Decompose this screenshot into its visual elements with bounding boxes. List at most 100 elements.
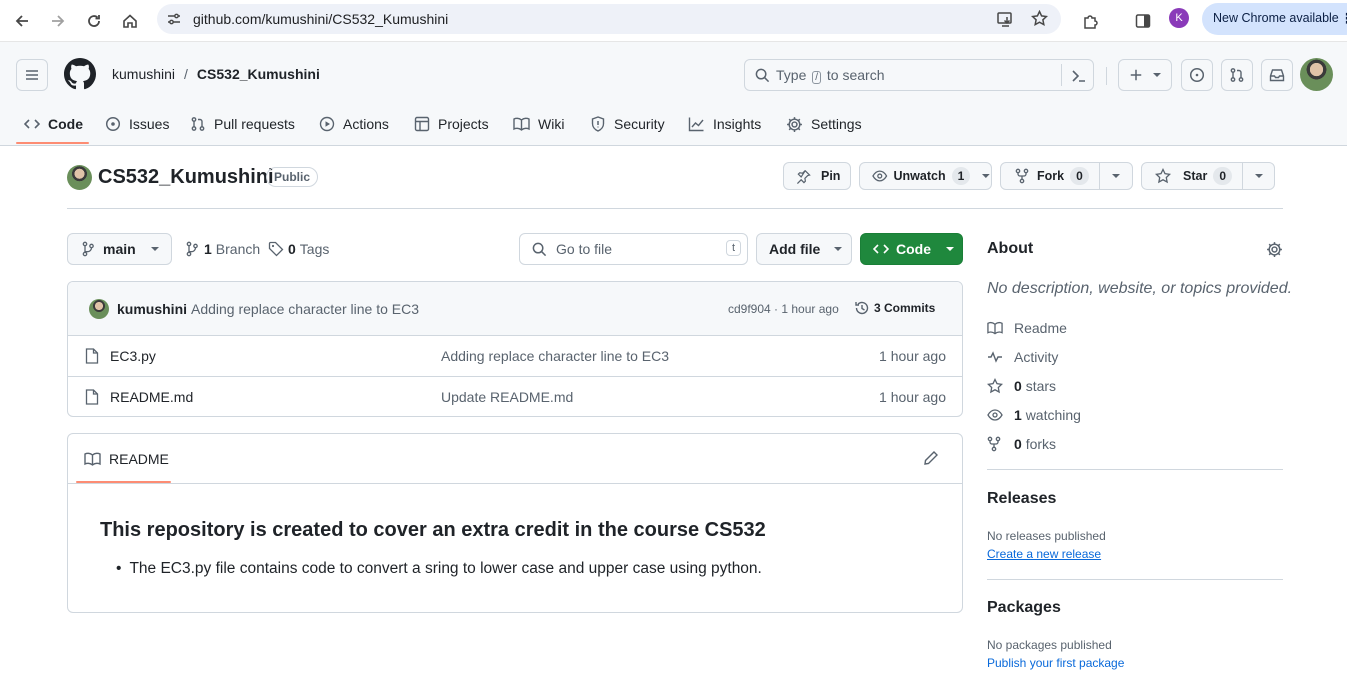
issues-button[interactable] [1181,59,1213,91]
file-name[interactable]: README.md [110,389,193,405]
pull-requests-button[interactable] [1221,59,1253,91]
tab-code[interactable]: Code [24,104,83,144]
caret-down-icon [1152,73,1161,77]
github-logo-icon[interactable] [64,58,96,90]
readme-link[interactable]: Readme [987,318,1067,338]
add-file-button[interactable]: Add file [756,233,852,265]
star-label: Star [1183,169,1208,183]
inbox-button[interactable] [1261,59,1293,91]
pin-button[interactable]: Pin [783,162,851,190]
caret-down-icon [834,247,843,251]
caret-down-icon[interactable] [1111,171,1121,181]
tab-security[interactable]: Security [590,104,665,144]
star-count: 0 [1213,167,1233,185]
readme-tab-label: README [109,451,169,467]
tab-settings[interactable]: Settings [786,104,862,144]
edit-readme-button[interactable] [923,450,939,466]
tab-pull-requests-label: Pull requests [214,116,295,132]
pull-request-icon [1230,68,1244,82]
global-menu-button[interactable] [16,59,48,91]
star-icon [987,378,1003,394]
activity-link[interactable]: Activity [987,347,1058,367]
star-button[interactable]: Star 0 [1141,162,1275,190]
caret-down-icon [150,247,159,251]
watching-link[interactable]: 1 watching [987,405,1081,425]
file-icon [85,348,99,364]
fork-button[interactable]: Fork 0 [1000,162,1133,190]
code-button[interactable]: Code [860,233,963,265]
address-bar[interactable]: github.com/kumushini/CS532_Kumushini [157,4,1061,34]
commits-link[interactable]: 3 Commits [854,300,935,316]
tab-pull-requests[interactable]: Pull requests [190,104,295,144]
unwatch-button[interactable]: Unwatch 1 [859,162,992,190]
search-input[interactable]: Type / to search [744,59,1094,91]
inbox-icon [1269,69,1285,82]
create-release-link[interactable]: Create a new release [987,547,1101,561]
profile-avatar[interactable]: K [1169,8,1189,28]
commit-hash-time[interactable]: cd9f904 · 1 hour ago [728,302,839,316]
branch-selector[interactable]: main [67,233,172,265]
activity-link-label: Activity [1014,349,1059,365]
user-avatar[interactable] [1300,58,1333,91]
extensions-button[interactable] [1075,6,1105,36]
file-commit-message[interactable]: Adding replace character line to EC3 [441,348,669,364]
tab-insights[interactable]: Insights [688,104,761,144]
commit-message[interactable]: Adding replace character line to EC3 [191,301,419,317]
caret-down-icon[interactable] [1254,171,1264,181]
tab-settings-label: Settings [811,116,862,132]
go-to-file-placeholder: Go to file [556,241,613,257]
branches-link[interactable]: 1 Branch [186,241,260,257]
about-settings-button[interactable] [1266,241,1283,258]
pull-request-icon [191,117,205,131]
packages-title[interactable]: Packages [987,599,1061,617]
sidebar-divider [987,579,1283,580]
file-row[interactable]: EC3.py Adding replace character line to … [68,336,962,377]
site-settings-icon[interactable] [167,12,181,26]
go-to-file-input[interactable]: Go to file t [519,233,748,265]
back-button[interactable] [7,6,37,36]
tab-actions[interactable]: Actions [319,104,389,144]
file-name[interactable]: EC3.py [110,348,156,364]
tab-projects[interactable]: Projects [414,104,489,144]
commit-author[interactable]: kumushini [117,301,187,317]
tab-wiki-label: Wiki [538,116,565,132]
new-chrome-available-button[interactable]: New Chrome available ⋮ [1202,3,1347,35]
reload-button[interactable] [79,6,109,36]
tags-link[interactable]: 0 Tags [268,241,329,257]
bullet-dot: • [116,560,122,577]
breadcrumb-repo[interactable]: CS532_Kumushini [197,66,320,82]
readme-heading: This repository is created to cover an e… [100,519,766,541]
home-button[interactable] [115,6,145,36]
more-menu-icon[interactable]: ⋮ [1340,10,1347,27]
tab-issues-label: Issues [129,116,170,132]
packages-empty: No packages published [987,638,1112,652]
tags-label: Tags [299,241,330,257]
file-commit-message[interactable]: Update README.md [441,389,573,405]
book-icon [513,117,530,131]
repo-title[interactable]: CS532_Kumushini [98,166,274,189]
forward-button[interactable] [43,6,73,36]
tab-readme[interactable]: README [84,451,169,467]
command-palette-icon[interactable] [1071,68,1087,84]
commit-author-avatar[interactable] [89,299,109,319]
owner-avatar[interactable] [67,165,92,190]
publish-package-link[interactable]: Publish your first package [987,656,1124,670]
tab-wiki[interactable]: Wiki [513,104,564,144]
tab-issues[interactable]: Issues [105,104,169,144]
bookmark-star-icon[interactable] [1031,10,1048,27]
install-app-icon[interactable] [997,11,1014,27]
stars-link[interactable]: 0 stars [987,376,1056,396]
releases-title[interactable]: Releases [987,490,1056,508]
create-new-button[interactable] [1118,59,1172,91]
file-row[interactable]: README.md Update README.md 1 hour ago [68,377,962,416]
breadcrumb-owner[interactable]: kumushini [112,66,175,82]
breadcrumb: kumushini / CS532_Kumushini [112,66,320,82]
stars-count: 0 [1014,378,1022,394]
search-placeholder: Type / to search [776,67,885,84]
side-panel-button[interactable] [1128,6,1158,36]
readme-panel: README This repository is created to cov… [67,433,963,613]
file-icon [85,389,99,405]
hamburger-icon [26,70,38,80]
home-icon [123,14,137,28]
forks-link[interactable]: 0 forks [987,434,1056,454]
